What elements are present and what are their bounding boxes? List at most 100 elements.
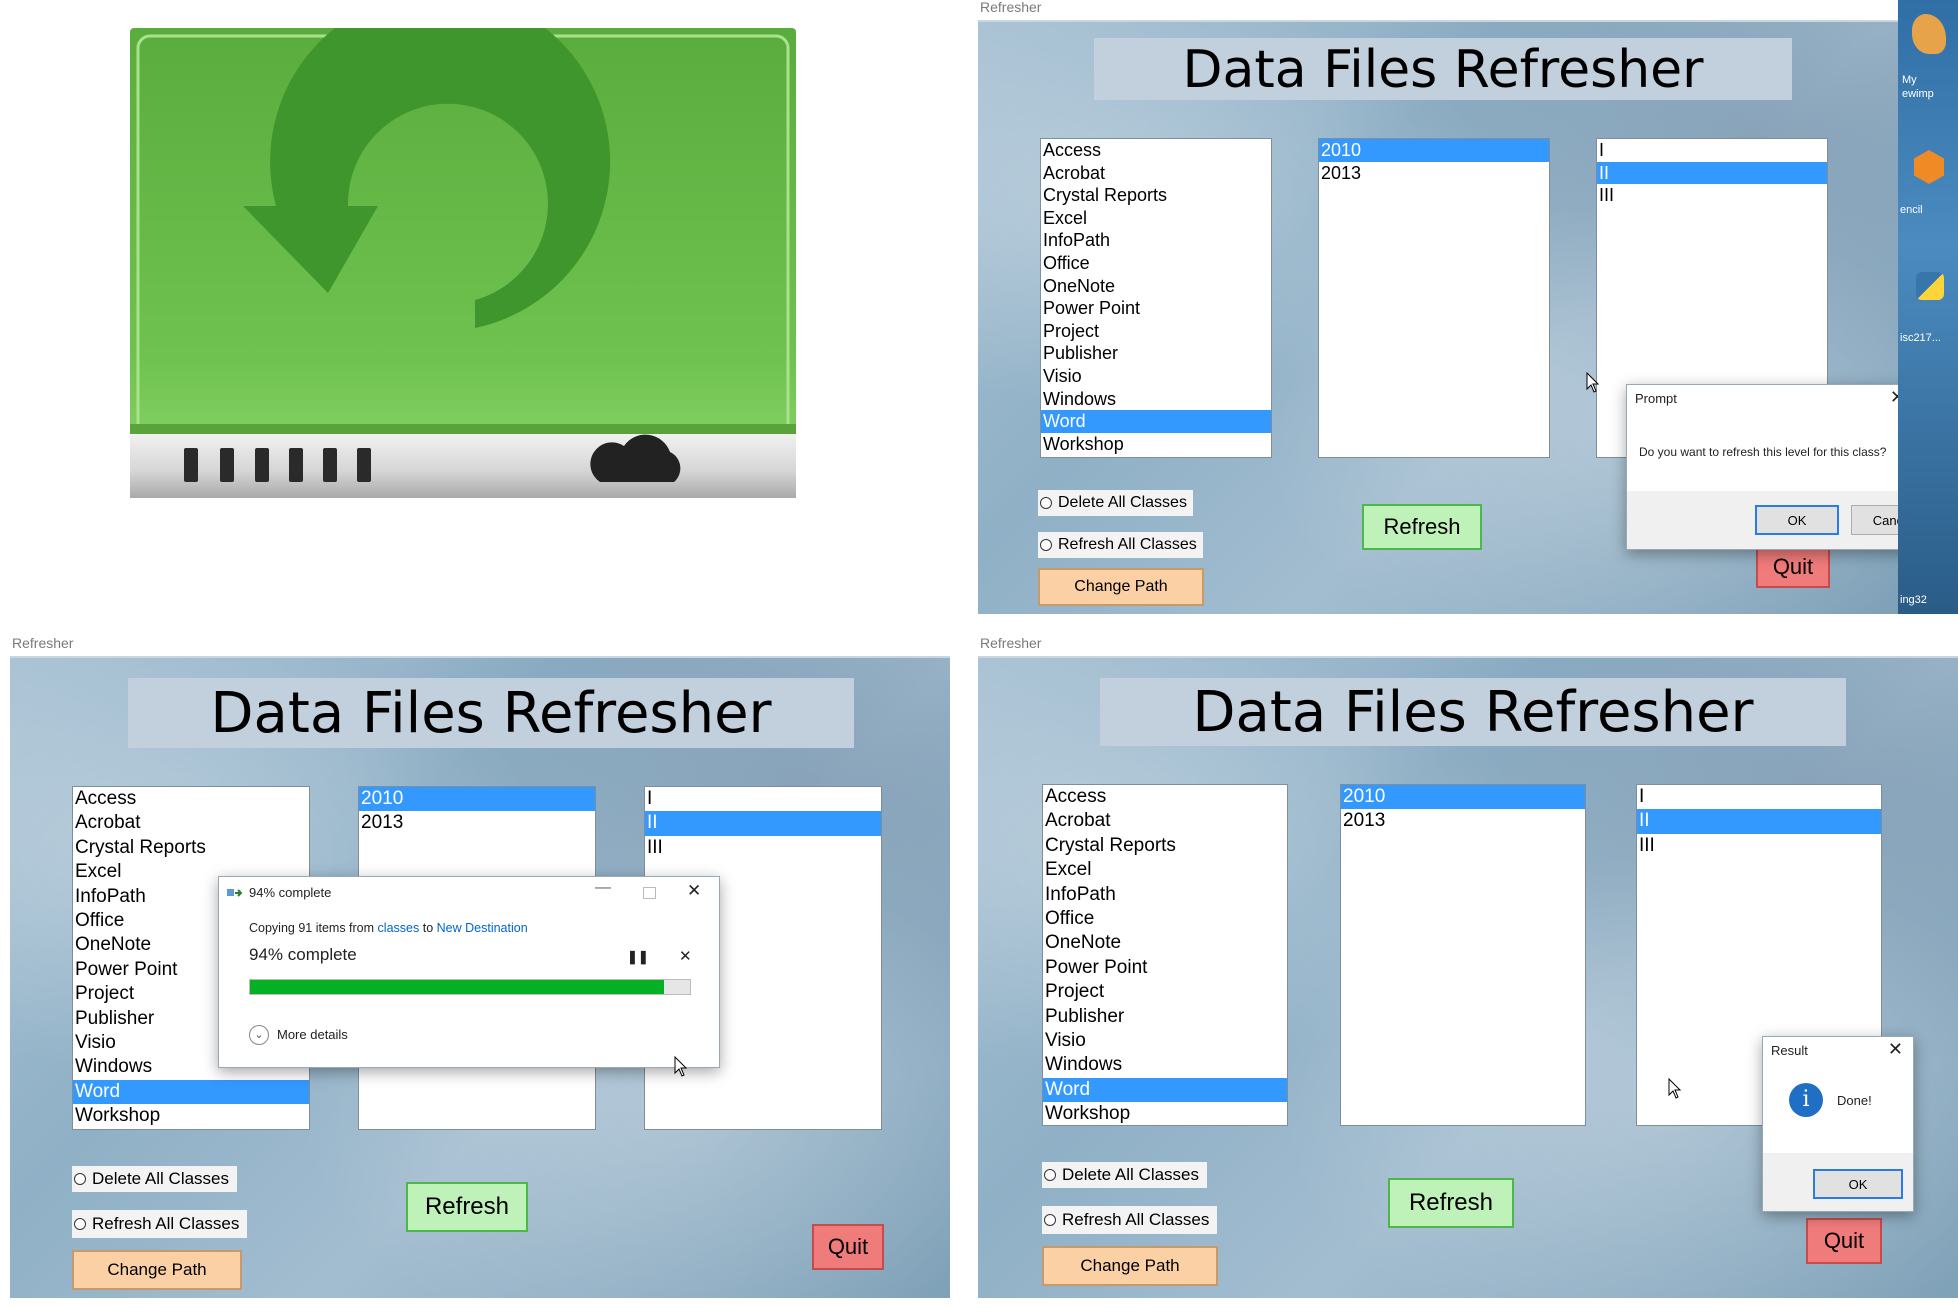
list-item[interactable]: InfoPath bbox=[1041, 229, 1271, 252]
change-path-button[interactable]: Change Path bbox=[72, 1250, 242, 1290]
cancel-button[interactable]: Cancel bbox=[1851, 505, 1898, 535]
page-title: Data Files Refresher bbox=[128, 678, 854, 748]
desktop-icon-label-c: isc217... bbox=[1900, 332, 1941, 344]
change-path-button[interactable]: Change Path bbox=[1042, 1246, 1218, 1286]
list-item[interactable]: I bbox=[1637, 785, 1881, 809]
list-item[interactable]: Crystal Reports bbox=[1043, 834, 1287, 858]
list-item[interactable]: Crystal Reports bbox=[1041, 184, 1271, 207]
list-item[interactable]: I bbox=[1597, 139, 1827, 162]
list-item[interactable]: 2013 bbox=[359, 811, 595, 835]
cancel-copy-icon[interactable]: ✕ bbox=[679, 947, 692, 965]
list-item[interactable]: OneNote bbox=[1041, 275, 1271, 298]
list-item[interactable]: II bbox=[1637, 809, 1881, 834]
list-item[interactable]: Acrobat bbox=[1041, 162, 1271, 185]
list-item[interactable]: III bbox=[1637, 834, 1881, 858]
list-item[interactable]: Project bbox=[1041, 320, 1271, 343]
quit-button[interactable]: Quit bbox=[812, 1224, 884, 1270]
list-item[interactable]: Publisher bbox=[1041, 342, 1271, 365]
list-item[interactable]: II bbox=[1597, 161, 1827, 185]
year-list[interactable]: 2010 2013 bbox=[1340, 784, 1586, 1126]
prompt-dialog-title: Prompt bbox=[1635, 391, 1677, 406]
refresh-all-classes-option[interactable]: Refresh All Classes bbox=[72, 1210, 248, 1238]
list-item[interactable]: Access bbox=[1043, 785, 1287, 809]
class-list-items: Access Acrobat Crystal Reports Excel InfoPat… bbox=[1043, 785, 1287, 1125]
minimize-icon[interactable]: — bbox=[595, 879, 611, 897]
gimp-app-icon[interactable] bbox=[1912, 14, 1946, 54]
refresh-button[interactable]: Refresh bbox=[1362, 504, 1482, 550]
desktop-icon-label-a1: My bbox=[1902, 74, 1917, 86]
list-item[interactable]: Power Point bbox=[1041, 297, 1271, 320]
result-dialog: Result ✕ i Done! OK bbox=[1762, 1036, 1914, 1212]
level-list-items: I II III bbox=[645, 787, 881, 860]
python-app-icon[interactable] bbox=[1916, 272, 1944, 300]
list-item[interactable]: Acrobat bbox=[73, 811, 309, 835]
list-item[interactable]: Word bbox=[1043, 1077, 1287, 1103]
list-item[interactable]: Excel bbox=[1041, 207, 1271, 230]
delete-all-classes-option[interactable]: Delete All Classes bbox=[72, 1166, 238, 1192]
list-item[interactable]: Windows bbox=[1041, 388, 1271, 411]
list-item[interactable]: III bbox=[645, 836, 881, 860]
pencil-app-icon[interactable] bbox=[1914, 150, 1944, 184]
ok-button[interactable]: OK bbox=[1755, 505, 1839, 535]
list-item[interactable]: Access bbox=[1041, 139, 1271, 162]
ok-button[interactable]: OK bbox=[1813, 1169, 1903, 1199]
list-item[interactable]: Windows bbox=[1043, 1053, 1287, 1077]
refresh-all-classes-option[interactable]: Refresh All Classes bbox=[1042, 1206, 1218, 1234]
list-item[interactable]: Excel bbox=[1043, 858, 1287, 882]
progress-text: 94% complete bbox=[249, 945, 357, 964]
list-item[interactable]: Word bbox=[1041, 410, 1271, 433]
list-item[interactable]: InfoPath bbox=[1043, 883, 1287, 907]
list-item[interactable]: Office bbox=[1043, 907, 1287, 931]
class-list[interactable]: Access Acrobat Crystal Reports Excel InfoPat… bbox=[1042, 784, 1288, 1126]
desktop-icon-label-a2: ewimp bbox=[1902, 88, 1934, 100]
list-item[interactable]: Power Point bbox=[1043, 956, 1287, 980]
radio-circle-icon bbox=[1044, 1169, 1056, 1181]
delete-all-classes-option[interactable]: Delete All Classes bbox=[1042, 1162, 1208, 1188]
radio-circle-icon bbox=[1040, 497, 1052, 509]
refresh-all-label: Refresh All Classes bbox=[1058, 536, 1197, 553]
pause-icon[interactable]: ❚❚ bbox=[627, 949, 649, 965]
refresh-all-label: Refresh All Classes bbox=[92, 1214, 240, 1233]
delete-all-classes-option[interactable]: Delete All Classes bbox=[1038, 490, 1193, 516]
list-item[interactable]: I bbox=[645, 787, 881, 811]
copy-dialog-title: 94% complete bbox=[249, 885, 332, 900]
list-item[interactable]: Visio bbox=[1043, 1029, 1287, 1053]
list-item[interactable]: 2013 bbox=[1341, 809, 1585, 833]
copy-source-link[interactable]: classes bbox=[378, 921, 420, 935]
refresh-button[interactable]: Refresh bbox=[406, 1182, 528, 1232]
list-item[interactable]: Project bbox=[1043, 980, 1287, 1004]
list-item[interactable]: OneNote bbox=[1043, 931, 1287, 955]
close-icon[interactable]: ✕ bbox=[687, 881, 701, 901]
chevron-down-icon[interactable]: ⌄ bbox=[249, 1025, 269, 1045]
close-icon[interactable]: ✕ bbox=[1888, 1039, 1903, 1060]
more-details-link[interactable]: More details bbox=[277, 1027, 348, 1042]
list-item[interactable]: Publisher bbox=[1043, 1005, 1287, 1029]
list-item[interactable]: Acrobat bbox=[1043, 809, 1287, 833]
list-item[interactable]: Crystal Reports bbox=[73, 836, 309, 860]
list-item[interactable]: II bbox=[645, 811, 881, 836]
list-item[interactable]: Workshop bbox=[73, 1104, 309, 1128]
list-item[interactable]: Visio bbox=[1041, 365, 1271, 388]
copy-destination-link[interactable]: New Destination bbox=[437, 921, 528, 935]
refresh-button[interactable]: Refresh bbox=[1388, 1178, 1514, 1228]
list-item[interactable]: Workshop bbox=[1043, 1102, 1287, 1125]
list-item[interactable]: Office bbox=[1041, 252, 1271, 275]
radio-circle-icon bbox=[74, 1218, 86, 1230]
quit-button[interactable]: Quit bbox=[1806, 1218, 1882, 1264]
list-item[interactable]: 2010 bbox=[359, 787, 595, 812]
list-item[interactable]: Workshop bbox=[1041, 433, 1271, 456]
page-title: Data Files Refresher bbox=[1094, 38, 1792, 100]
class-list[interactable]: Access Acrobat Crystal Reports Excel InfoPat… bbox=[1040, 138, 1272, 458]
list-item[interactable]: 2010 bbox=[1341, 785, 1585, 810]
level-list-items: I II III bbox=[1597, 139, 1827, 207]
list-item[interactable]: III bbox=[1597, 184, 1827, 207]
quit-button[interactable]: Quit bbox=[1756, 546, 1830, 588]
list-item[interactable]: Word bbox=[73, 1079, 309, 1105]
refresh-all-classes-option[interactable]: Refresh All Classes bbox=[1038, 532, 1203, 558]
list-item[interactable]: Access bbox=[73, 787, 309, 811]
list-item[interactable]: 2010 bbox=[1319, 139, 1549, 162]
year-list[interactable]: 2010 2013 bbox=[1318, 138, 1550, 458]
close-icon[interactable]: ✕ bbox=[1890, 387, 1898, 408]
list-item[interactable]: 2013 bbox=[1319, 162, 1549, 185]
change-path-button[interactable]: Change Path bbox=[1038, 568, 1204, 606]
